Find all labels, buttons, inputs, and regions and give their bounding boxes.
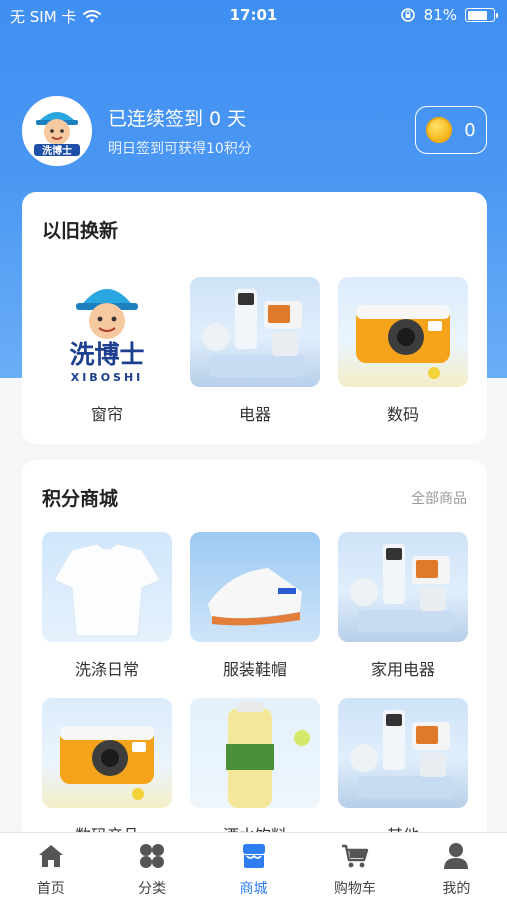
all-products-link[interactable]: 全部商品 bbox=[411, 488, 467, 508]
status-right: 81% bbox=[400, 6, 498, 24]
mall-item-drinks[interactable]: 酒水饮料 bbox=[190, 698, 320, 840]
trade-in-label: 数码 bbox=[386, 405, 419, 424]
tab-label: 首页 bbox=[36, 881, 65, 897]
cart-icon bbox=[341, 844, 369, 868]
tab-category[interactable]: 分类 bbox=[101, 833, 202, 900]
coin-icon bbox=[426, 117, 453, 143]
mall-item-digital[interactable]: 数码产品 bbox=[42, 698, 172, 840]
home-icon bbox=[38, 845, 63, 867]
user-icon bbox=[444, 843, 469, 869]
appliance-image bbox=[338, 532, 468, 642]
checkin-subtitle: 明日签到可获得10积分 bbox=[108, 141, 252, 157]
trade-in-label: 窗帘 bbox=[90, 405, 123, 424]
tab-label: 商城 bbox=[239, 881, 268, 897]
points-mall-card: 积分商城 全部商品 洗涤日常 服装鞋帽 家用电器 bbox=[22, 460, 487, 840]
mall-icon bbox=[242, 844, 265, 868]
trade-in-item-appliance[interactable]: 电器 bbox=[190, 277, 320, 425]
trade-in-item-digital[interactable]: 数码 bbox=[338, 277, 468, 425]
mall-item-label: 家用电器 bbox=[370, 660, 435, 679]
camera-image bbox=[42, 698, 172, 808]
tab-home[interactable]: 首页 bbox=[0, 833, 101, 900]
mall-item-laundry[interactable]: 洗涤日常 bbox=[42, 532, 172, 680]
points-button[interactable]: 0 bbox=[415, 106, 487, 154]
tab-cart[interactable]: 购物车 bbox=[304, 833, 405, 900]
points-mall-title: 积分商城 bbox=[42, 488, 119, 510]
tab-profile[interactable]: 我的 bbox=[406, 833, 507, 900]
avatar[interactable]: 洗博士 bbox=[22, 96, 92, 166]
appliance-image bbox=[338, 698, 468, 808]
trade-in-item-curtain[interactable]: 洗博士 XIBOSHI 窗帘 bbox=[42, 277, 172, 425]
mall-item-apparel[interactable]: 服装鞋帽 bbox=[190, 532, 320, 680]
mall-item-other[interactable]: 其他 bbox=[338, 698, 468, 840]
svg-text:洗博士: 洗博士 bbox=[42, 144, 72, 157]
mall-item-appliance[interactable]: 家用电器 bbox=[338, 532, 468, 680]
shoes-image bbox=[190, 532, 320, 642]
tab-label: 我的 bbox=[442, 881, 471, 897]
tab-mall[interactable]: 商城 bbox=[203, 833, 304, 900]
category-icon bbox=[140, 844, 165, 868]
profile-section: 洗博士 已连续签到 0 天 明日签到可获得10积分 0 bbox=[22, 96, 487, 166]
svg-text:XIBOSHI: XIBOSHI bbox=[71, 371, 144, 384]
battery-text: 81% bbox=[423, 6, 457, 24]
svg-text:洗博士: 洗博士 bbox=[69, 340, 144, 369]
tab-label: 购物车 bbox=[333, 881, 376, 897]
shirt-image bbox=[42, 532, 172, 642]
checkin-title: 已连续签到 0 天 bbox=[108, 108, 247, 130]
bottom-tab-bar: 首页 分类 商城 购物车 我的 bbox=[0, 832, 507, 900]
tab-label: 分类 bbox=[138, 881, 167, 897]
trade-in-label: 电器 bbox=[238, 405, 271, 424]
trade-in-title: 以旧换新 bbox=[42, 220, 119, 242]
appliance-image bbox=[190, 277, 320, 387]
logo-image: 洗博士 XIBOSHI bbox=[42, 277, 172, 387]
points-value: 0 bbox=[464, 119, 476, 141]
status-bar: 无 SIM 卡 17:01 81% bbox=[0, 0, 507, 32]
camera-image bbox=[338, 277, 468, 387]
battery-icon bbox=[465, 8, 498, 22]
mascot-icon: 洗博士 bbox=[24, 98, 90, 164]
mall-item-label: 洗涤日常 bbox=[74, 660, 139, 679]
mall-item-label: 服装鞋帽 bbox=[222, 660, 287, 679]
drink-image bbox=[190, 698, 320, 808]
orientation-lock-icon bbox=[400, 8, 415, 22]
trade-in-card: 以旧换新 洗博士 XIBOSHI 窗帘 电器 数码 bbox=[22, 192, 487, 444]
battery-fill bbox=[467, 10, 487, 20]
